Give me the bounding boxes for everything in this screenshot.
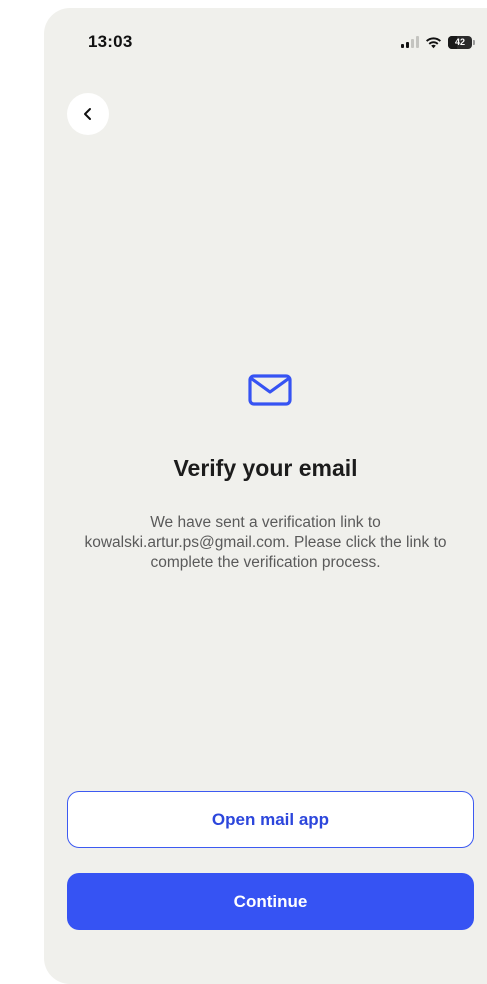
- chevron-left-icon: [84, 108, 91, 120]
- envelope-icon: [248, 374, 292, 406]
- battery-cap: [473, 39, 475, 45]
- wifi-icon: [426, 36, 441, 48]
- status-time: 13:03: [88, 32, 133, 51]
- open-mail-app-button[interactable]: Open mail app: [67, 791, 474, 848]
- status-icons: 42: [401, 33, 475, 51]
- phone-screen: 13:03 42 Verify your email We have sent …: [44, 8, 487, 984]
- status-bar: 13:03 42: [44, 8, 487, 72]
- signal-icon: [401, 36, 419, 48]
- page-title: Verify your email: [173, 455, 358, 481]
- battery-level: 42: [454, 36, 465, 47]
- continue-button[interactable]: Continue: [67, 873, 474, 930]
- battery-icon: 42: [448, 35, 472, 49]
- verification-description: We have sent a verification link to kowa…: [84, 514, 447, 571]
- back-button[interactable]: [67, 93, 109, 135]
